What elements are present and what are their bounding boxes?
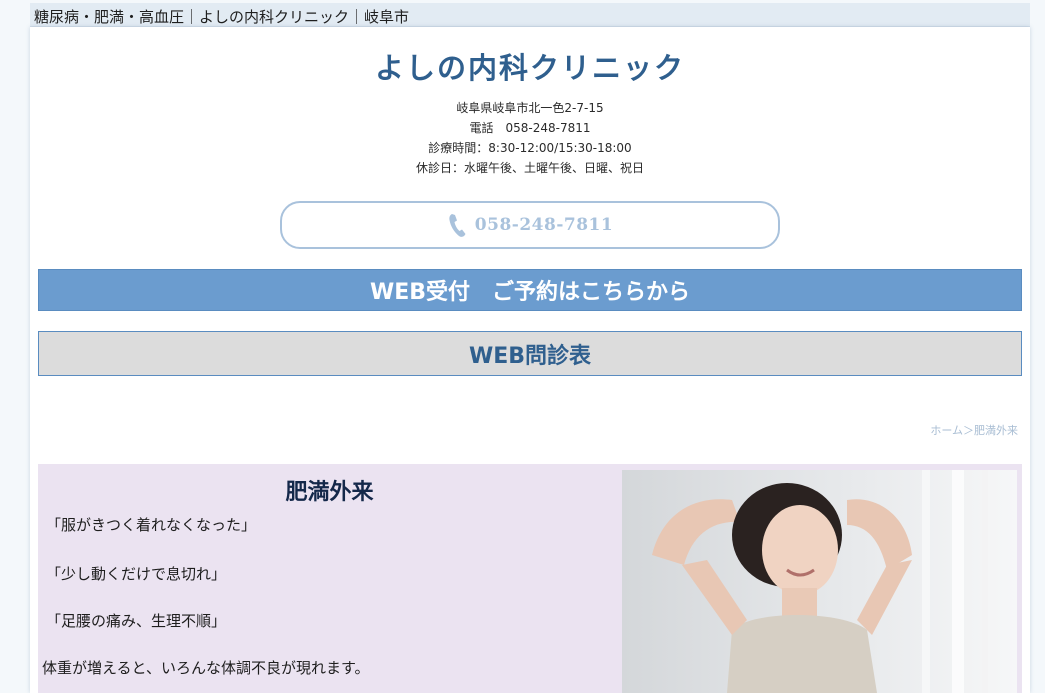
clinic-address: 岐阜県岐阜市北一色2-7-15 bbox=[456, 101, 604, 115]
breadcrumb-current: 肥満外来 bbox=[974, 424, 1018, 437]
phone-call-button[interactable]: 058-248-7811 bbox=[280, 201, 780, 249]
clinic-name[interactable]: よしの内科クリニック bbox=[30, 45, 1030, 87]
symptom-quote: 「服がきつく着れなくなった」 bbox=[46, 516, 257, 534]
section-body-text: 体重が増えると、いろんな体調不良が現れます。 bbox=[42, 659, 370, 677]
web-questionnaire-button[interactable]: WEB問診表 bbox=[38, 331, 1022, 376]
site-tagline: 糖尿病・肥満・高血圧｜よしの内科クリニック｜岐阜市 bbox=[34, 8, 410, 26]
web-reservation-button[interactable]: WEB受付 ご予約はこちらから bbox=[38, 269, 1022, 311]
breadcrumb-separator: ＞ bbox=[963, 424, 974, 437]
symptom-quote: 「足腰の痛み、生理不順」 bbox=[46, 612, 227, 630]
clinic-hours: 診療時間：8:30-12:00/15:30-18:00 bbox=[428, 141, 632, 155]
top-strip: 糖尿病・肥満・高血圧｜よしの内科クリニック｜岐阜市 bbox=[30, 3, 1030, 27]
obesity-clinic-section: 肥満外来 「服がきつく着れなくなった」 「少し動くだけで息切れ」 「足腰の痛み、… bbox=[38, 464, 1022, 693]
clinic-closed-days: 休診日：水曜午後、土曜午後、日曜、祝日 bbox=[415, 161, 644, 175]
clinic-phone-line: 電話 058-248-7811 bbox=[469, 121, 591, 135]
section-title: 肥満外来 bbox=[285, 480, 374, 505]
stretching-woman-photo bbox=[622, 470, 1017, 693]
breadcrumb: ホーム＞肥満外来 bbox=[930, 422, 1018, 438]
phone-number: 058-248-7811 bbox=[474, 215, 614, 235]
phone-handset-icon bbox=[447, 212, 467, 238]
breadcrumb-home-link[interactable]: ホーム bbox=[930, 424, 963, 437]
page-container: よしの内科クリニック 岐阜県岐阜市北一色2-7-15 電話 058-248-78… bbox=[30, 27, 1030, 693]
symptom-quote: 「少し動くだけで息切れ」 bbox=[46, 565, 227, 583]
